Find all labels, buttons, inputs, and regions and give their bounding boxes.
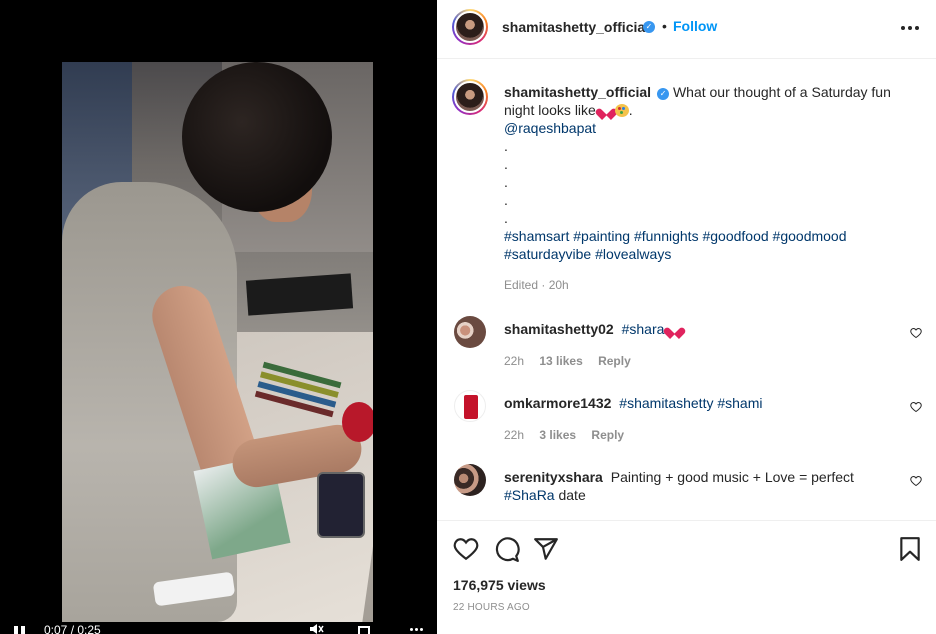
save-icon[interactable] bbox=[897, 536, 923, 562]
red-heart-emoji-icon bbox=[668, 323, 681, 335]
caption-dot-line: . bbox=[504, 174, 508, 190]
author-username[interactable]: shamitashetty_official bbox=[502, 19, 649, 35]
comment-item: shamitashetty02 #shara 22h 13 likes Repl… bbox=[437, 316, 936, 390]
separator-dot: • bbox=[662, 18, 667, 34]
video-phone bbox=[317, 472, 365, 538]
comment-likes[interactable]: 3 likes bbox=[539, 428, 576, 442]
like-comment-heart-icon[interactable] bbox=[910, 400, 922, 413]
mute-icon[interactable] bbox=[310, 624, 324, 634]
more-icon[interactable] bbox=[410, 626, 424, 634]
reply-button[interactable]: Reply bbox=[591, 428, 624, 442]
comment-meta: 22h 13 likes Reply bbox=[504, 354, 643, 368]
reply-button[interactable]: Reply bbox=[598, 354, 631, 368]
commenter-avatar[interactable] bbox=[454, 316, 486, 348]
hashtag-link[interactable]: #painting bbox=[573, 228, 630, 244]
caption-dot-line: . bbox=[504, 138, 508, 154]
comment-icon[interactable] bbox=[494, 536, 520, 562]
video-controls: 0:07 / 0:25 bbox=[0, 618, 437, 634]
hashtag-link[interactable]: #ShaRa bbox=[504, 487, 555, 503]
red-heart-emoji-icon bbox=[600, 104, 613, 116]
post-timestamp: 22 HOURS AGO bbox=[453, 602, 530, 613]
author-avatar[interactable] bbox=[452, 9, 488, 45]
video-time-readout: 0:07 / 0:25 bbox=[44, 623, 101, 634]
video-frame[interactable] bbox=[62, 62, 373, 622]
hashtag-link[interactable]: #shamitashetty #shami bbox=[619, 395, 762, 411]
comment-body: Painting + good music + Love = perfect bbox=[610, 469, 854, 485]
commenter-username[interactable]: serenityxshara bbox=[504, 469, 603, 485]
video-red-cup bbox=[342, 402, 373, 442]
comment-likes[interactable]: 13 likes bbox=[539, 354, 582, 368]
like-comment-heart-icon[interactable] bbox=[910, 474, 922, 487]
caption-edited-meta: Edited · 20h bbox=[504, 278, 569, 292]
caption-period: . bbox=[628, 102, 633, 118]
verified-badge-icon: ✓ bbox=[643, 21, 655, 33]
video-paint-box bbox=[245, 273, 354, 316]
hashtag-link[interactable]: #shara bbox=[622, 321, 665, 337]
follow-button[interactable]: Follow bbox=[673, 18, 717, 34]
comment-meta: 22h 3 likes Reply bbox=[504, 428, 636, 442]
commenter-avatar[interactable] bbox=[454, 464, 486, 496]
video-person-head bbox=[182, 62, 332, 212]
commenter-username[interactable]: shamitashetty02 bbox=[504, 321, 614, 337]
hashtag-link[interactable]: #shamsart bbox=[504, 228, 569, 244]
comment-item: omkarmore1432 #shamitashetty #shami 22h … bbox=[437, 390, 936, 464]
verified-badge-icon: ✓ bbox=[657, 88, 670, 100]
like-comment-heart-icon[interactable] bbox=[910, 326, 922, 339]
hashtag-link[interactable]: #goodmood bbox=[773, 228, 847, 244]
comment-body-end: date bbox=[558, 487, 586, 503]
comment-text: serenityxshara Painting + good music + L… bbox=[504, 468, 894, 504]
caption-author-username[interactable]: shamitashetty_official bbox=[504, 84, 651, 100]
hashtag-link[interactable]: #goodfood bbox=[702, 228, 768, 244]
caption-author-avatar[interactable] bbox=[452, 79, 488, 115]
comment-text: omkarmore1432 #shamitashetty #shami bbox=[504, 394, 894, 412]
video-player[interactable]: 0:07 / 0:25 bbox=[0, 0, 437, 634]
pause-icon[interactable] bbox=[14, 626, 26, 634]
post-details-panel: shamitashetty_official ✓ • Follow shamit… bbox=[437, 0, 936, 634]
view-count[interactable]: 176,975 views bbox=[453, 577, 546, 593]
share-icon[interactable] bbox=[533, 536, 559, 562]
comment-text: shamitashetty02 #shara bbox=[504, 320, 894, 338]
commenter-avatar[interactable] bbox=[454, 390, 486, 422]
hashtag-link[interactable]: #lovealways bbox=[595, 246, 671, 262]
fullscreen-icon[interactable] bbox=[358, 626, 370, 634]
heart-icon[interactable] bbox=[453, 536, 479, 562]
caption-dot-line: . bbox=[504, 156, 508, 172]
hashtag-link[interactable]: #saturdayvibe bbox=[504, 246, 591, 262]
commenter-username[interactable]: omkarmore1432 bbox=[504, 395, 611, 411]
post-header: shamitashetty_official ✓ • Follow bbox=[437, 0, 936, 59]
artist-palette-emoji-icon bbox=[614, 104, 629, 117]
caption-text: shamitashetty_official ✓ What our thought… bbox=[504, 83, 924, 263]
hashtag-link[interactable]: #funnights bbox=[634, 228, 699, 244]
caption-dot-line: . bbox=[504, 210, 508, 226]
caption-dot-line: . bbox=[504, 192, 508, 208]
hashtag-list: #shamsart #painting #funnights #goodfood… bbox=[504, 228, 847, 262]
more-horizontal-icon[interactable] bbox=[901, 26, 919, 30]
comment-time: 22h bbox=[504, 428, 525, 442]
post-actions: 176,975 views 22 HOURS AGO bbox=[437, 520, 936, 634]
comment-time: 22h bbox=[504, 354, 525, 368]
mention-link[interactable]: @raqeshbapat bbox=[504, 119, 924, 137]
